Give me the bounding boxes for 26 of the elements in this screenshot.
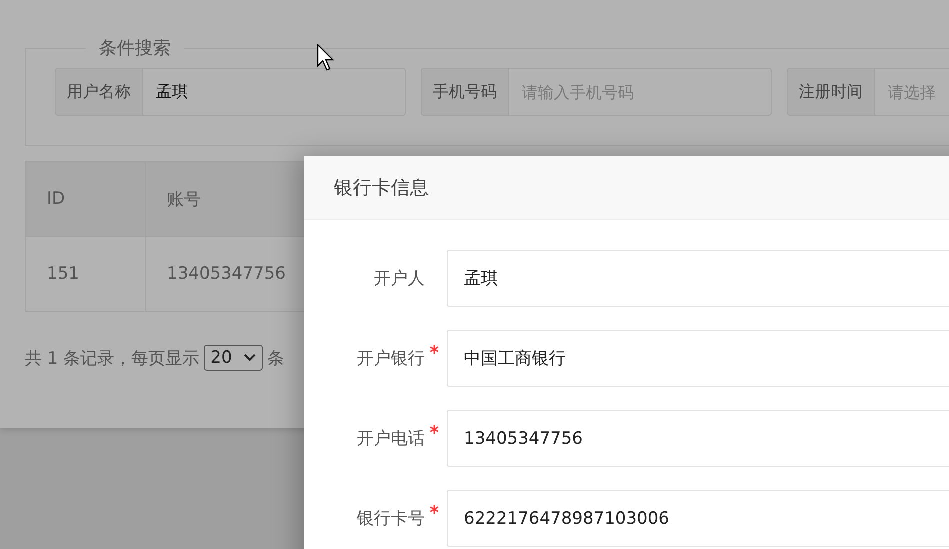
text-input[interactable]: 孟琪 [447, 250, 949, 307]
text-input[interactable]: 中国工商银行 [447, 330, 949, 387]
form-label: 开户银行 [357, 348, 425, 370]
field-label: 手机号码 [421, 68, 509, 116]
required-asterisk-icon [430, 505, 439, 514]
mouse-pointer-icon [317, 44, 337, 72]
table-cell: 151 [26, 236, 146, 312]
column-header: ID [26, 162, 146, 236]
unit-label: 条 [267, 348, 284, 370]
search-input[interactable]: 请选择 [875, 68, 949, 116]
chevron-down-icon [244, 354, 256, 362]
form-label: 开户人 [374, 268, 425, 290]
field-label: 注册时间 [787, 68, 875, 116]
required-asterisk-icon [430, 425, 439, 434]
search-input[interactable]: 请输入手机号码 [509, 68, 772, 116]
text-input[interactable]: 6222176478987103006 [447, 490, 949, 547]
required-asterisk-icon [430, 345, 439, 354]
dialog-title: 银行卡信息 [304, 156, 949, 220]
field-label: 用户名称 [55, 68, 143, 116]
page-size-select[interactable]: 20 [204, 345, 264, 371]
text-input[interactable]: 13405347756 [447, 410, 949, 467]
record-summary: 共 1 条记录，每页显示 [25, 348, 200, 370]
search-legend: 条件搜索 [86, 36, 184, 60]
search-input[interactable]: 孟琪 [143, 68, 406, 116]
form-label: 银行卡号 [357, 508, 425, 530]
form-label: 开户电话 [357, 428, 425, 450]
